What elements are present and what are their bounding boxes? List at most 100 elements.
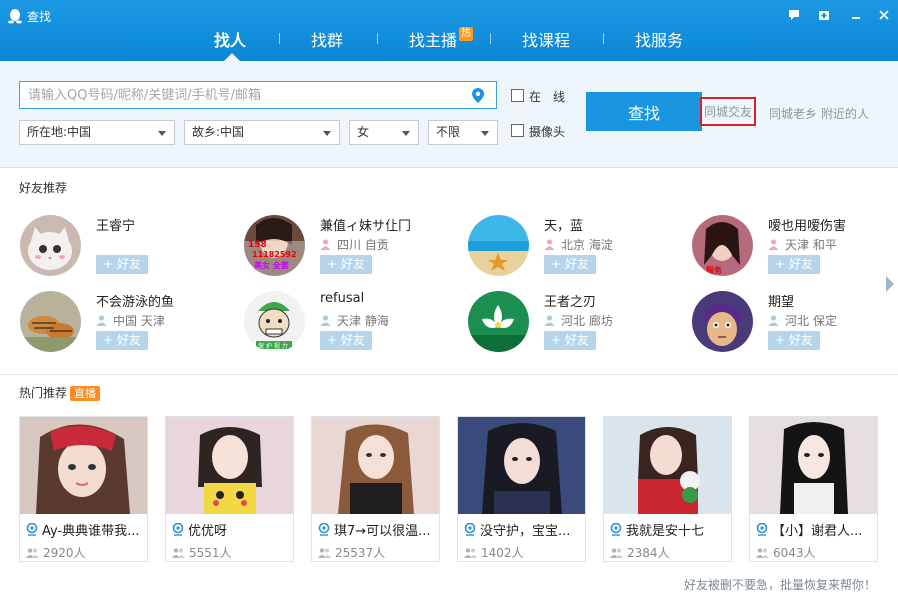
avatar[interactable] bbox=[468, 291, 529, 352]
tab-find-streamers[interactable]: 找主播热 bbox=[409, 27, 474, 51]
stream-thumbnail bbox=[166, 417, 293, 514]
same-city-dating-link[interactable]: 同城交友 bbox=[700, 97, 757, 126]
add-friend-button[interactable]: + 好友 bbox=[768, 331, 820, 350]
viewer-count-text: 1402人 bbox=[481, 546, 524, 560]
nearby-people-link[interactable]: 附近的人 bbox=[821, 105, 869, 122]
active-tab-indicator bbox=[224, 53, 240, 61]
viewer-count: 6043人 bbox=[756, 544, 816, 561]
stream-thumbnail bbox=[604, 417, 731, 514]
female-user-icon bbox=[544, 239, 555, 250]
avatar[interactable] bbox=[692, 291, 753, 352]
friend-card: 王者之刃 河北 廊坊 + 好友 bbox=[468, 291, 683, 353]
avatar[interactable]: 158 11182592 美女 全套 bbox=[244, 215, 305, 276]
feedback-icon[interactable] bbox=[786, 7, 802, 23]
avatar[interactable]: 服务 bbox=[692, 215, 753, 276]
add-friend-button[interactable]: + 好友 bbox=[544, 331, 596, 350]
viewers-icon bbox=[610, 547, 623, 558]
live-card[interactable]: 优优呀 5551人 bbox=[165, 416, 294, 562]
friend-name[interactable]: 王睿宁 bbox=[96, 215, 135, 234]
stream-thumbnail bbox=[312, 417, 439, 514]
search-input[interactable] bbox=[20, 82, 460, 108]
add-friend-button[interactable]: + 好友 bbox=[96, 255, 148, 274]
friend-name[interactable]: 期望 bbox=[768, 291, 794, 310]
location-value: 所在地:中国 bbox=[27, 125, 92, 139]
stream-title-text: 优优呀 bbox=[188, 524, 228, 539]
friend-location-text: 河北 保定 bbox=[785, 314, 837, 328]
viewers-icon bbox=[172, 547, 185, 558]
location-select[interactable]: 所在地:中国 bbox=[19, 120, 175, 145]
stream-title-text: 没守护，宝宝... bbox=[480, 524, 571, 539]
viewers-icon bbox=[26, 547, 39, 558]
age-select[interactable]: 不限 bbox=[428, 120, 498, 145]
stream-thumbnail bbox=[750, 417, 877, 514]
viewer-count: 25537人 bbox=[318, 544, 385, 561]
online-checkbox[interactable] bbox=[511, 89, 524, 102]
viewer-count-text: 5551人 bbox=[189, 546, 232, 560]
friend-card: 158 11182592 美女 全套 兼值ィ妹サ仩冂 四川 自贡 + 好友 bbox=[244, 215, 459, 277]
viewers-icon bbox=[464, 547, 477, 558]
avatar[interactable] bbox=[20, 215, 81, 276]
tab-find-groups[interactable]: 找群 bbox=[311, 27, 343, 51]
stream-title-text: 【小】谢君人... bbox=[772, 524, 863, 539]
location-pin-icon[interactable] bbox=[472, 88, 484, 103]
add-friend-button[interactable]: + 好友 bbox=[96, 331, 148, 350]
svg-text:美女 全套: 美女 全套 bbox=[254, 260, 290, 270]
avatar[interactable]: 保 护 视 力 bbox=[244, 291, 305, 352]
same-city-hometown-link[interactable]: 同城老乡 bbox=[769, 105, 817, 122]
viewers-icon bbox=[318, 547, 331, 558]
friend-location-text: 北京 海淀 bbox=[561, 238, 613, 252]
live-card[interactable]: 我就是安十七 2384人 bbox=[603, 416, 732, 562]
camera-checkbox[interactable] bbox=[511, 124, 524, 137]
chevron-down-icon bbox=[402, 131, 410, 136]
friend-name[interactable]: 王者之刃 bbox=[544, 291, 596, 310]
hot-section-title: 热门推荐 直播 bbox=[19, 384, 101, 401]
add-friend-button[interactable]: + 好友 bbox=[320, 331, 372, 350]
stream-title-text: Ay-典典谁带我... bbox=[42, 524, 140, 539]
search-button[interactable]: 查找 bbox=[586, 92, 702, 131]
location-pin-icon bbox=[26, 523, 38, 536]
search-field[interactable] bbox=[19, 81, 497, 109]
viewer-count: 1402人 bbox=[464, 544, 524, 561]
live-card[interactable]: 没守护，宝宝... 1402人 bbox=[457, 416, 586, 562]
friend-name[interactable]: 不会游泳的鱼 bbox=[96, 291, 174, 310]
stream-title: 优优呀 bbox=[172, 520, 290, 539]
live-card[interactable]: Ay-典典谁带我... 2920人 bbox=[19, 416, 148, 562]
friend-name[interactable]: refusal bbox=[320, 291, 364, 306]
friend-card: 保 护 视 力 refusal 天津 静海 + 好友 bbox=[244, 291, 459, 353]
avatar[interactable] bbox=[468, 215, 529, 276]
friend-location: 四川 自贡 bbox=[320, 236, 389, 253]
female-user-icon bbox=[768, 239, 779, 250]
friend-name[interactable]: 嗳也用嗳伤害 bbox=[768, 215, 846, 234]
stream-title-text: 琪7→可以很温... bbox=[334, 524, 431, 539]
tab-find-services[interactable]: 找服务 bbox=[635, 27, 683, 51]
friends-section-title: 好友推荐 bbox=[19, 181, 68, 195]
next-page-arrow-icon[interactable] bbox=[886, 276, 894, 292]
female-user-icon bbox=[320, 239, 331, 250]
location-pin-icon bbox=[318, 523, 330, 536]
add-friend-button[interactable]: + 好友 bbox=[544, 255, 596, 274]
tab-find-courses[interactable]: 找课程 bbox=[522, 27, 570, 51]
svg-text:158: 158 bbox=[248, 240, 267, 250]
friend-name[interactable]: 兼值ィ妹サ仩冂 bbox=[320, 215, 411, 234]
close-icon[interactable] bbox=[876, 7, 892, 23]
minimize-icon[interactable] bbox=[848, 7, 864, 23]
add-friend-button[interactable]: + 好友 bbox=[768, 255, 820, 274]
svg-text:服务: 服务 bbox=[706, 265, 723, 275]
male-user-icon bbox=[320, 315, 331, 326]
add-friend-button[interactable]: + 好友 bbox=[320, 255, 372, 274]
viewer-count-text: 2384人 bbox=[627, 546, 670, 560]
gender-select[interactable]: 女 bbox=[349, 120, 419, 145]
hometown-select[interactable]: 故乡:中国 bbox=[184, 120, 340, 145]
stream-title: 琪7→可以很温... bbox=[318, 520, 436, 539]
friend-location: 天津 和平 bbox=[768, 236, 837, 253]
plugin-icon[interactable] bbox=[816, 7, 832, 23]
live-card[interactable]: 琪7→可以很温... 25537人 bbox=[311, 416, 440, 562]
recover-friends-link[interactable]: 好友被删不要急，批量恢复来帮你！ bbox=[684, 576, 876, 593]
friend-name[interactable]: 天，蓝 bbox=[544, 215, 583, 234]
avatar[interactable] bbox=[20, 291, 81, 352]
svg-text:保 护 视 力: 保 护 视 力 bbox=[258, 342, 288, 350]
location-pin-icon bbox=[610, 523, 622, 536]
live-card[interactable]: 【小】谢君人... 6043人 bbox=[749, 416, 878, 562]
tab-find-people[interactable]: 找人 bbox=[214, 27, 246, 51]
section-divider bbox=[0, 374, 898, 375]
